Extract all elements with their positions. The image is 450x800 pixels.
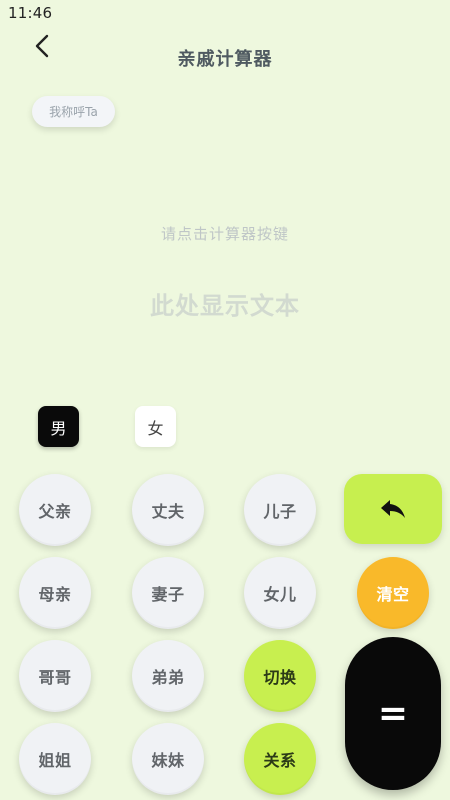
reply-arrow-icon: [381, 500, 405, 518]
husband-button[interactable]: 丈夫: [132, 474, 204, 546]
result-display-text: 此处显示文本: [150, 292, 300, 320]
backspace-button[interactable]: [344, 474, 442, 544]
relative-calculator-screen: 11:46 亲戚计算器 我称呼Ta 请点击计算器按键 此处显示文本 男 女 父亲…: [0, 0, 450, 800]
call-them-button[interactable]: 我称呼Ta: [32, 96, 115, 127]
younger-sister-button[interactable]: 妹妹: [132, 723, 204, 795]
status-time: 11:46: [8, 4, 53, 22]
input-hint: 请点击计算器按键: [160, 225, 289, 243]
elder-sister-button[interactable]: 姐姐: [19, 723, 91, 795]
younger-brother-button[interactable]: 弟弟: [132, 640, 204, 712]
gender-male-button[interactable]: 男: [38, 406, 79, 447]
equals-button[interactable]: =: [345, 637, 441, 790]
son-button[interactable]: 儿子: [244, 474, 316, 546]
mother-button[interactable]: 母亲: [19, 557, 91, 629]
switch-button[interactable]: 切换: [244, 640, 316, 712]
gender-female-button[interactable]: 女: [135, 406, 176, 447]
relation-button[interactable]: 关系: [244, 723, 316, 795]
clear-button[interactable]: 清空: [357, 557, 429, 629]
elder-brother-button[interactable]: 哥哥: [19, 640, 91, 712]
wife-button[interactable]: 妻子: [132, 557, 204, 629]
father-button[interactable]: 父亲: [19, 474, 91, 546]
daughter-button[interactable]: 女儿: [244, 557, 316, 629]
page-title: 亲戚计算器: [177, 49, 273, 70]
